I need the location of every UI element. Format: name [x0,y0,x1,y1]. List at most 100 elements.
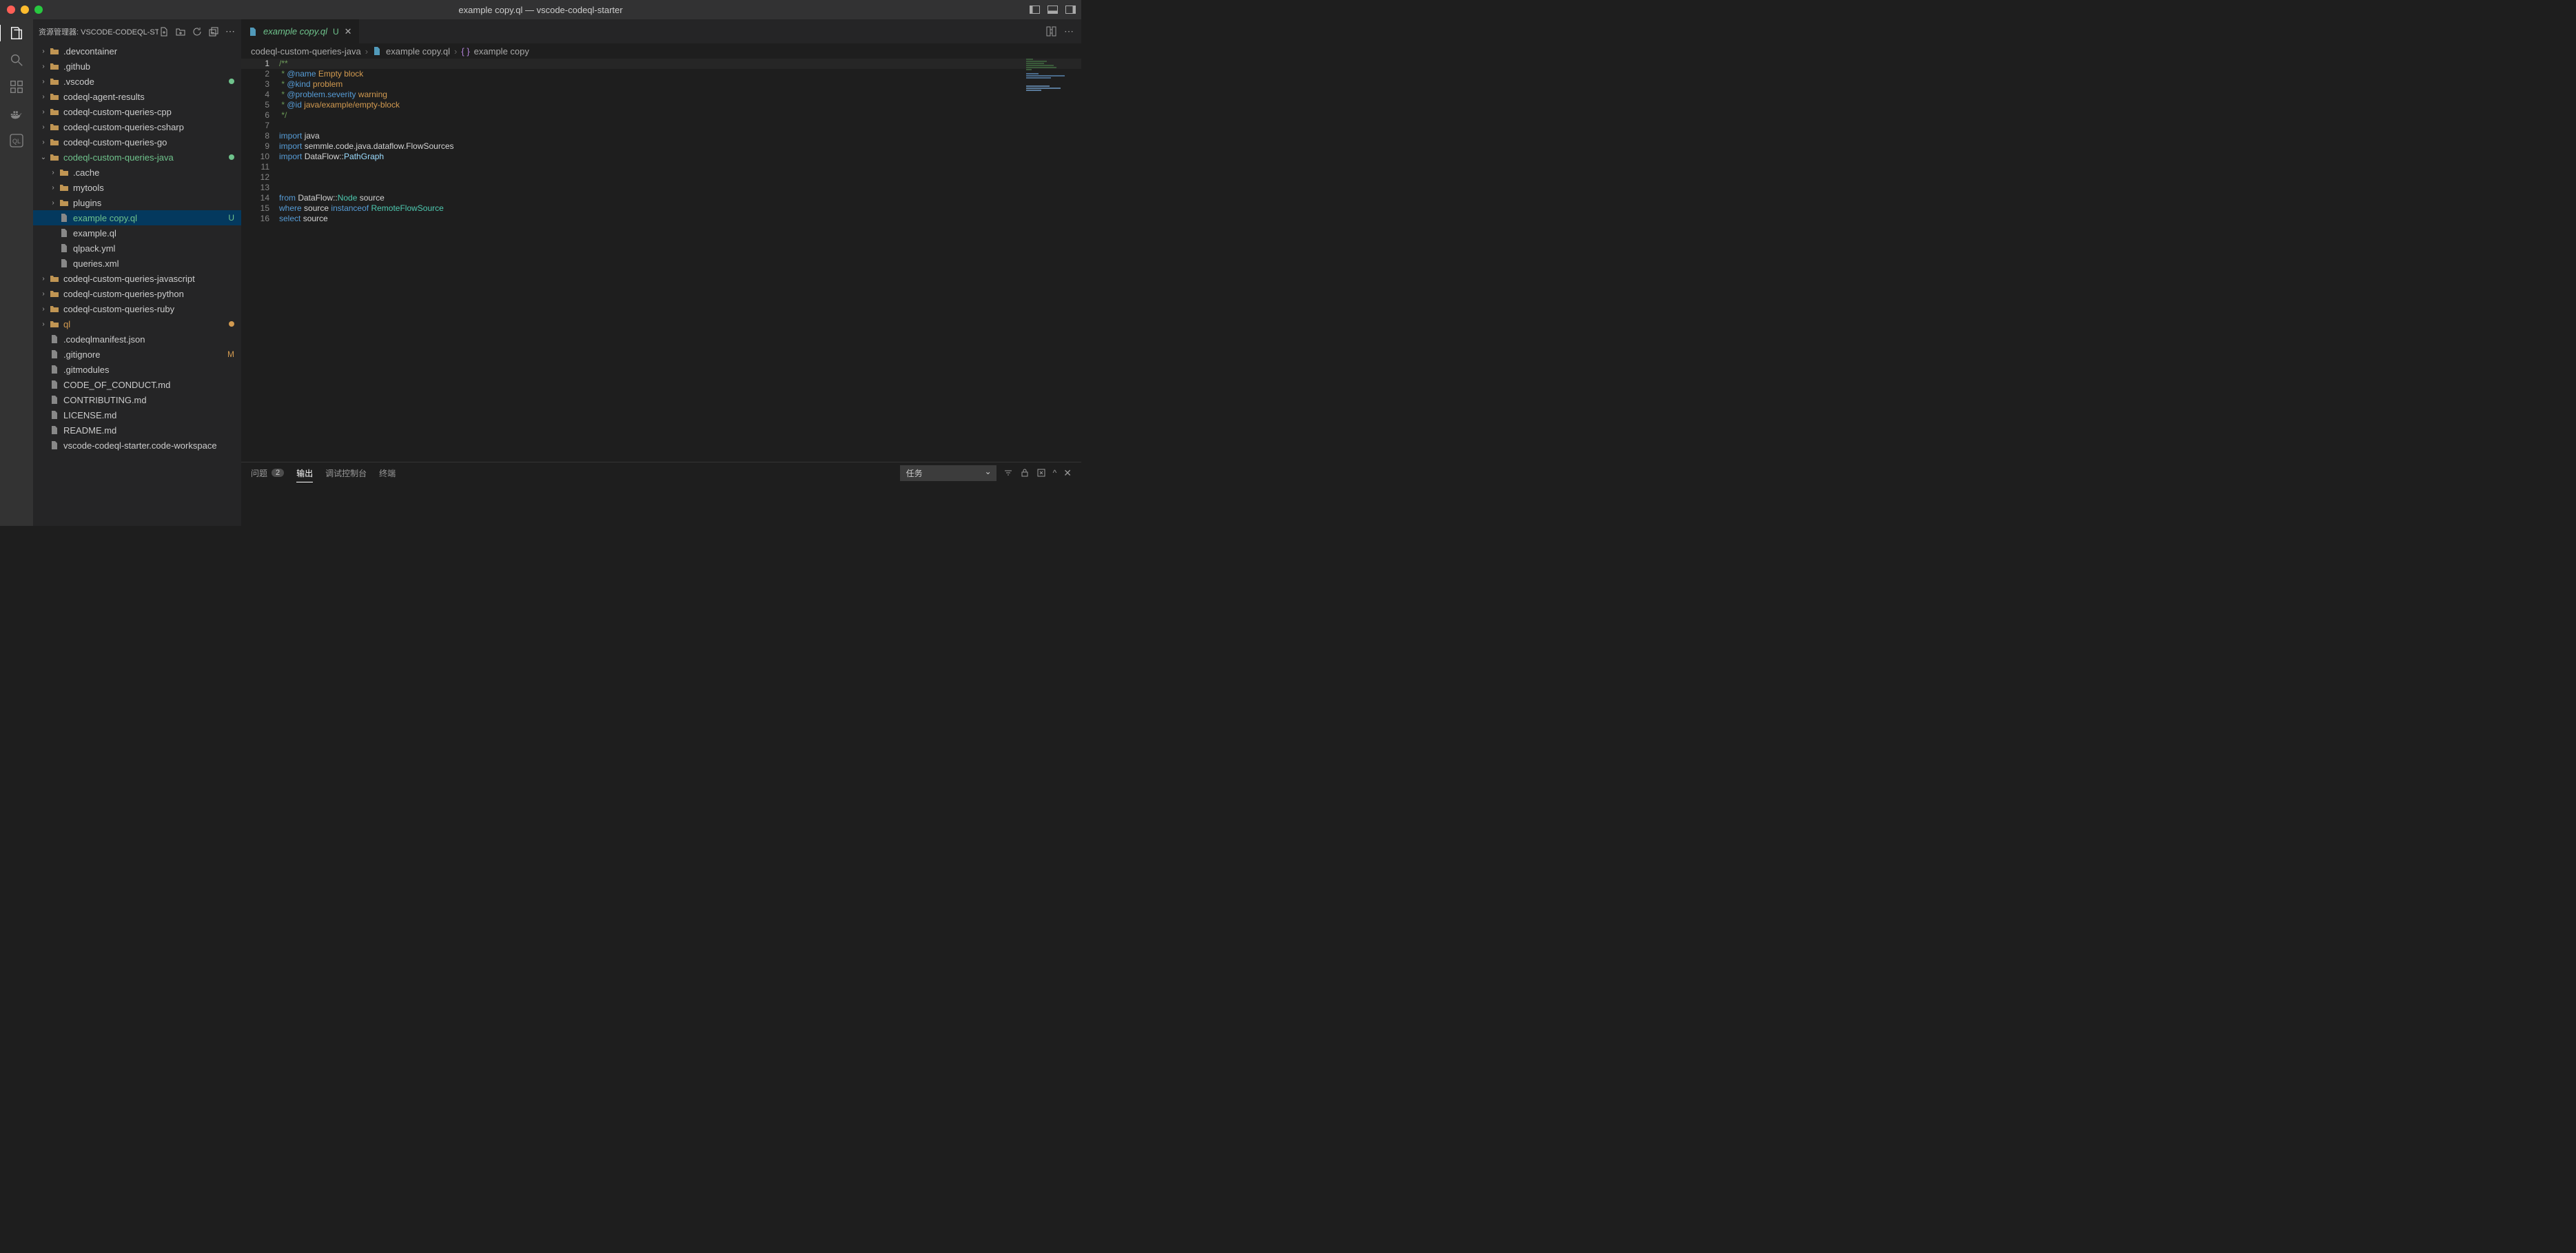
panel-problems-tab[interactable]: 问题 2 [251,467,284,479]
folder-icon [48,47,61,55]
tree-file[interactable]: qlpack.yml [33,241,241,256]
layout-panel-icon[interactable] [1047,4,1058,15]
tree-item-label: example.ql [73,228,241,238]
tree-folder[interactable]: ›mytools [33,180,241,195]
search-icon[interactable] [8,52,25,68]
tree-folder[interactable]: ›plugins [33,195,241,210]
tree-folder[interactable]: ›ql [33,316,241,332]
folder-icon [48,153,61,161]
folder-icon [48,289,61,298]
tree-item-label: codeql-custom-queries-python [63,289,241,299]
lock-icon[interactable] [1020,468,1030,478]
tree-folder[interactable]: › .vscode [33,74,241,89]
docker-icon[interactable] [8,105,25,122]
tab-status: U [333,27,339,37]
chevron-icon: › [39,305,48,313]
filter-icon[interactable] [1003,468,1013,478]
tree-folder[interactable]: ›.cache [33,165,241,180]
file-icon [58,228,70,238]
tree-folder[interactable]: ›codeql-custom-queries-cpp [33,104,241,119]
new-folder-icon[interactable] [175,26,186,37]
modified-dot [229,321,234,327]
codeql-icon[interactable]: QL [8,132,25,149]
tab-example-copy[interactable]: example copy.ql U ✕ [241,19,360,43]
more-icon[interactable]: ⋯ [225,26,236,37]
tree-item-label: .devcontainer [63,46,241,57]
breadcrumb-folder[interactable]: codeql-custom-queries-java [251,46,361,57]
line-numbers: 12345678910111213141516 [241,59,279,462]
tree-folder[interactable]: ⌄codeql-custom-queries-java [33,150,241,165]
minimize-window-button[interactable] [21,6,29,14]
clear-icon[interactable] [1036,468,1046,478]
tree-file[interactable]: LICENSE.md [33,407,241,422]
chevron-icon: › [39,139,48,146]
tree-file[interactable]: example.ql [33,225,241,241]
folder-icon [48,62,61,70]
zoom-window-button[interactable] [34,6,43,14]
layout-right-sidebar-icon[interactable] [1065,4,1076,15]
output-channel-dropdown[interactable]: 任务 [900,465,996,481]
tree-item-label: .gitignore [63,349,227,360]
tree-folder[interactable]: ›codeql-custom-queries-ruby [33,301,241,316]
tree-file[interactable]: CODE_OF_CONDUCT.md [33,377,241,392]
explorer-header: 资源管理器: VSCODE-CODEQL-STARTER ⋯ [33,19,241,43]
tree-item-label: qlpack.yml [73,243,241,254]
file-icon [58,213,70,223]
close-panel-icon[interactable]: ✕ [1063,467,1072,479]
tree-item-label: .github [63,61,241,72]
tree-file[interactable]: queries.xml [33,256,241,271]
chevron-icon: › [39,108,48,116]
file-icon [48,425,61,435]
git-status-badge: U [228,213,234,223]
tree-folder[interactable]: ›.github [33,59,241,74]
tree-folder[interactable]: ›codeql-custom-queries-python [33,286,241,301]
extensions-icon[interactable] [8,79,25,95]
tree-folder[interactable]: ›codeql-agent-results [33,89,241,104]
git-status-badge: M [227,349,234,359]
tree-folder[interactable]: ›codeql-custom-queries-javascript [33,271,241,286]
tree-file[interactable]: vscode-codeql-starter.code-workspace [33,438,241,453]
compare-icon[interactable] [1045,26,1056,37]
breadcrumbs[interactable]: codeql-custom-queries-java › example cop… [241,43,1081,59]
breadcrumb-file[interactable]: example copy.ql [386,46,450,57]
breadcrumb-symbol[interactable]: example copy [474,46,529,57]
more-actions-icon[interactable]: ⋯ [1063,26,1074,37]
explorer-sidebar: 资源管理器: VSCODE-CODEQL-STARTER ⋯ › .devcont… [33,19,241,526]
tree-file[interactable]: .gitignoreM [33,347,241,362]
new-file-icon[interactable] [159,26,170,37]
file-icon [48,365,61,374]
refresh-icon[interactable] [192,26,203,37]
panel-debug-console-tab[interactable]: 调试控制台 [325,467,367,479]
tree-item-label: .vscode [63,77,229,87]
folder-icon [58,168,70,176]
file-icon [48,334,61,344]
panel-tabs: 问题 2 输出 调试控制台 终端 任务 [241,462,1081,483]
tree-file[interactable]: README.md [33,422,241,438]
layout-sidebar-icon[interactable] [1029,4,1040,15]
folder-icon [58,183,70,192]
tree-file[interactable]: example copy.qlU [33,210,241,225]
chevron-icon: › [39,78,48,85]
tree-item-label: queries.xml [73,258,241,269]
chevron-icon: › [39,48,48,55]
collapse-all-icon[interactable] [208,26,219,37]
tree-item-label: vscode-codeql-starter.code-workspace [63,440,241,451]
code-content[interactable]: /** * @name Empty block * @kind problem … [279,59,1081,462]
tree-file[interactable]: CONTRIBUTING.md [33,392,241,407]
panel-terminal-tab[interactable]: 终端 [379,467,396,479]
maximize-panel-icon[interactable]: ^ [1053,468,1057,478]
panel-output-tab[interactable]: 输出 [296,467,313,482]
bottom-panel: 问题 2 输出 调试控制台 终端 任务 [241,462,1081,526]
folder-icon [58,198,70,207]
tree-folder[interactable]: › .devcontainer [33,43,241,59]
explorer-icon[interactable] [0,25,32,41]
tree-file[interactable]: .codeqlmanifest.json [33,332,241,347]
problems-count: 2 [272,469,284,477]
tree-folder[interactable]: ›codeql-custom-queries-csharp [33,119,241,134]
tree-file[interactable]: .gitmodules [33,362,241,377]
folder-icon [48,77,61,85]
close-tab-icon[interactable]: ✕ [345,26,352,37]
code-editor[interactable]: 12345678910111213141516 /** * @name Empt… [241,59,1081,462]
close-window-button[interactable] [7,6,15,14]
tree-folder[interactable]: ›codeql-custom-queries-go [33,134,241,150]
